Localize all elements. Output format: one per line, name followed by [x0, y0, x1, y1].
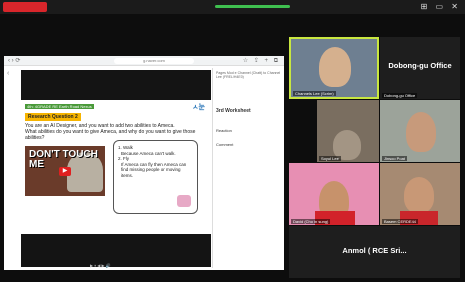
participant-video — [404, 177, 434, 213]
participant-tile-dobong[interactable]: Dobong-gu Office Dobong-gu Office — [380, 37, 460, 99]
answer-box: 1. Walk Because Ameca can't walk. 2. Fly… — [113, 140, 198, 214]
participant-name: Soyul Lee — [319, 156, 341, 161]
back-arrow-icon[interactable]: ‹ — [7, 70, 9, 77]
media-controls[interactable]: ▶ ⏸ ◀ ▶ 🔊 — [90, 263, 111, 268]
participant-video — [406, 112, 436, 152]
research-question-label: Research Question 2 — [25, 113, 81, 121]
answer-line: If Ameca can fly then Ameca can find mis… — [121, 161, 187, 178]
slide-letterbox-bottom — [21, 234, 211, 267]
presentation-slide: 4th: 4GRADE RE Earth Road Nexus ㅅ눈 Resea… — [21, 102, 211, 232]
panel-header: Pages Mod e Channel (Chatt) to Channel L… — [216, 71, 281, 79]
slide-letterbox-top — [21, 70, 211, 100]
robot-sticker-icon — [177, 195, 191, 207]
participant-tile-jisoo[interactable]: Jinsoo Poat — [380, 100, 460, 162]
url-bar[interactable]: g.naver.com — [114, 58, 194, 64]
zoom-window: ⊞ ▭ ✕ ‹ › ⟳ g.naver.com ☆ ⇪ + ⧉ ‹ 4th: 4… — [0, 0, 465, 282]
shared-screen: ‹ › ⟳ g.naver.com ☆ ⇪ + ⧉ ‹ 4th: 4GRADE … — [4, 56, 284, 270]
window-controls[interactable]: ⊞ ▭ ✕ — [421, 2, 461, 11]
participant-tile-soyul[interactable]: Soyul Lee — [317, 100, 379, 162]
participant-tile-anmol[interactable]: Anmol ( RCE Sri... — [289, 226, 460, 278]
participant-name: Jinsoo Poat — [382, 156, 407, 161]
reaction-item[interactable]: Reaction — [216, 128, 232, 133]
recording-indicator[interactable] — [3, 2, 47, 12]
nav-arrows[interactable]: ‹ › ⟳ — [8, 57, 20, 64]
participant-name: David (Cho in sung) — [291, 219, 331, 224]
browser-toolbar: ‹ › ⟳ g.naver.com ☆ ⇪ + ⧉ — [4, 56, 284, 66]
video-thumbnail[interactable]: DON'T TOUCH ME ▶ — [25, 146, 105, 196]
slide-logo: ㅅ눈 — [192, 104, 205, 111]
side-panel: Pages Mod e Channel (Chatt) to Channel L… — [212, 68, 284, 268]
participant-name: Dobong-gu Office — [382, 93, 418, 98]
participant-name: Channels Lee (Scrim) — [293, 91, 336, 96]
slide-prompt: You are an AI Designer, and you want to … — [25, 123, 205, 141]
play-icon[interactable]: ▶ — [59, 167, 71, 176]
participant-video — [319, 47, 351, 87]
participant-tile-basem[interactable]: Basem CERDE44 — [380, 163, 460, 225]
slide-tag: 4th: 4GRADE RE Earth Road Nexus — [25, 104, 94, 109]
browser-actions[interactable]: ☆ ⇪ + ⧉ — [243, 57, 280, 65]
comment-item[interactable]: Comment — [216, 142, 233, 147]
participant-name: Basem CERDE44 — [382, 219, 419, 224]
participant-name-large: Dobong-gu Office — [388, 61, 452, 70]
worksheet-title[interactable]: 3rd Worksheet — [216, 108, 251, 114]
participant-tile-david[interactable]: David (Cho in sung) — [289, 163, 379, 225]
screen-share-indicator[interactable] — [215, 5, 290, 8]
top-bar: ⊞ ▭ ✕ — [0, 0, 465, 14]
participant-name-large: Anmol ( RCE Sri... — [342, 246, 407, 255]
active-speaker-tile[interactable]: Channels Lee (Scrim) — [289, 37, 379, 99]
